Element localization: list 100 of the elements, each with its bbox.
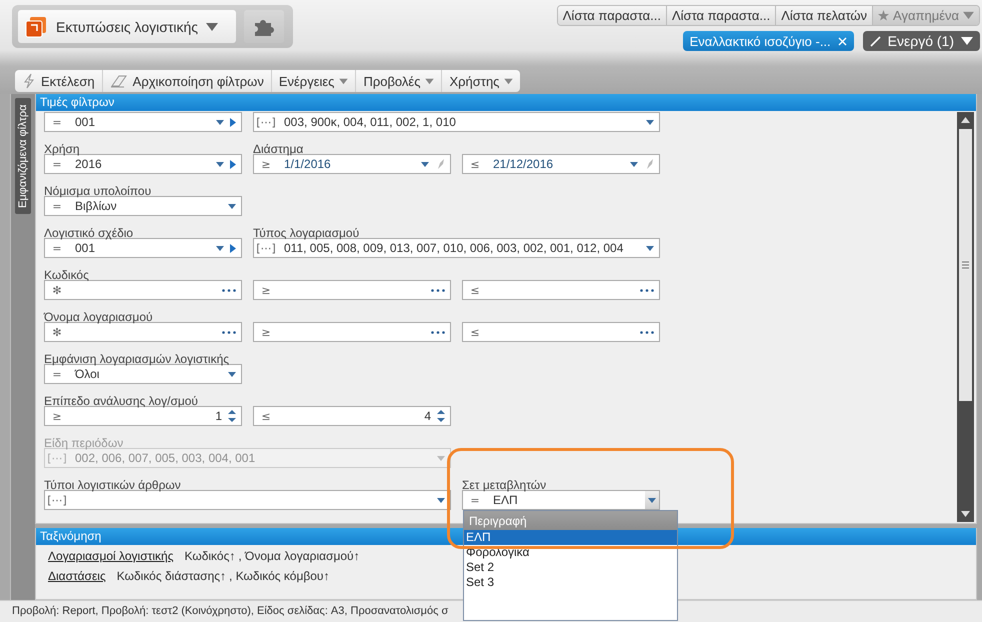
sort-key[interactable]: Κωδικός διάστασης↑ (116, 569, 226, 583)
caret-icon[interactable] (646, 246, 654, 250)
operator-symbol: = (470, 494, 480, 506)
sort-key[interactable]: , Κωδικός κόμβου↑ (229, 569, 330, 583)
dropdown-field[interactable]: [⋯] 003, 900κ, 004, 011, 002, 1, 010 (253, 112, 660, 132)
caret-icon (339, 78, 348, 84)
spinner-arrows-icon[interactable] (437, 409, 445, 423)
more-icon[interactable] (640, 288, 654, 292)
document-tab[interactable]: Λίστα πελατών (776, 6, 874, 25)
active-document-chip[interactable]: Εναλλακτικό ισοζύγιο -... (682, 31, 854, 51)
extensions-button[interactable] (244, 10, 284, 43)
operator-symbol: ≤ (261, 410, 271, 422)
caret-icon[interactable] (630, 162, 638, 166)
document-tab[interactable]: Λίστα παραστα... (666, 6, 776, 25)
next-arrow-icon[interactable] (230, 244, 236, 252)
run-button[interactable]: Εκτέλεση (15, 70, 103, 92)
caret-icon[interactable] (216, 120, 224, 124)
dropdown-field[interactable]: [⋯] (44, 490, 451, 510)
more-icon[interactable] (431, 288, 445, 292)
operator-symbol: = (52, 368, 62, 380)
dropdown-field[interactable]: = Βιβλίων (44, 196, 242, 216)
operator-symbol: ≤ (470, 158, 480, 170)
side-tab[interactable]: Εμφανιζόμενα φίλτρα (15, 98, 31, 214)
menu-button[interactable]: Χρήστης (442, 70, 520, 92)
caret-icon[interactable] (216, 162, 224, 166)
caret-icon[interactable] (646, 120, 654, 124)
lookup-field[interactable]: ✻ (44, 322, 242, 342)
field-label: Όνομα λογαριασμού (44, 310, 153, 324)
lookup-field[interactable]: ≥ (253, 280, 451, 300)
caret-icon (961, 36, 973, 46)
sort-group-link[interactable]: Λογαριασμοί λογιστικής (48, 549, 174, 563)
dropdown-option[interactable]: Set 3 (464, 575, 677, 590)
operator-symbol: ≥ (261, 284, 271, 296)
operator-symbol: ≤ (470, 326, 480, 338)
menu-button[interactable]: Προβολές (356, 70, 442, 92)
spinner-field[interactable]: ≤ 4 (253, 406, 451, 426)
field-label: Χρήση (44, 142, 80, 156)
lookup-field[interactable]: ✻ (44, 280, 242, 300)
operator-symbol: = (52, 158, 62, 170)
caret-icon[interactable] (228, 204, 236, 208)
operator-symbol: [⋯] (47, 452, 67, 464)
operator-symbol: [⋯] (256, 116, 276, 128)
operator-symbol: = (52, 200, 62, 212)
app-selector[interactable]: Εκτυπώσεις λογιστικής (18, 10, 236, 43)
active-count-button[interactable]: Ενεργό (1) (862, 31, 980, 51)
spinner-field[interactable]: ≥ 1 (44, 406, 242, 426)
dropdown-field[interactable]: = 001 (44, 112, 242, 132)
lookup-field[interactable]: ≥ (253, 322, 451, 342)
status-text: Προβολή: Report, Προβολή: τεστ2 (Κοινόχρηστο), Είδος σελίδας: A3, Προσανατολισμός σ (12, 605, 448, 617)
operator-symbol: = (52, 242, 62, 254)
more-icon[interactable] (640, 330, 654, 334)
dropdown-option[interactable]: Set 2 (464, 560, 677, 575)
field-label: Διάστημα (253, 142, 304, 156)
field-value: 011, 005, 008, 009, 013, 007, 010, 006, 003, 002, 001, 012, 004 (284, 241, 624, 255)
field-value: 1/1/2016 (284, 157, 331, 171)
field-label: Είδη περιόδων (44, 436, 124, 450)
star-icon (878, 10, 890, 21)
date-field[interactable]: ≥ 1/1/2016 (253, 154, 451, 174)
dropdown-field[interactable]: = 2016 (44, 154, 242, 174)
sort-key[interactable]: Κωδικός↑ (184, 549, 236, 563)
panel-header: Τιμές φίλτρων (36, 94, 976, 111)
field-label: Τύποι λογιστικών άρθρων (44, 478, 181, 492)
caret-icon (206, 22, 218, 32)
dropdown-field[interactable]: [⋯] 011, 005, 008, 009, 013, 007, 010, 006, 003, 002, 001, 012, 004 (253, 238, 660, 258)
lookup-field[interactable]: ≤ (462, 322, 660, 342)
field-value: ΕΛΠ (493, 493, 518, 507)
date-field[interactable]: ≤ 21/12/2016 (462, 154, 660, 174)
document-tab[interactable]: Λίστα παραστα... (558, 6, 667, 25)
caret-icon (648, 498, 656, 502)
next-arrow-icon[interactable] (230, 160, 236, 168)
menu-button[interactable]: Ενέργειες (272, 70, 356, 92)
dropdown-option[interactable]: Φορολογικά (464, 545, 677, 560)
caret-icon[interactable] (216, 246, 224, 250)
caret-icon (425, 78, 434, 84)
dropdown-field[interactable]: = ΕΛΠ (462, 490, 660, 510)
next-arrow-icon[interactable] (230, 118, 236, 126)
dropdown-field[interactable]: = 001 (44, 238, 242, 258)
field-value: 001 (75, 115, 96, 129)
spinner-arrows-icon[interactable] (228, 409, 236, 423)
more-icon[interactable] (222, 330, 236, 334)
field-label: Επίπεδο ανάλυσης λογ/σμού (44, 394, 198, 408)
caret-icon[interactable] (421, 162, 429, 166)
field-value: 1 (215, 409, 222, 423)
dropdown-button[interactable] (645, 491, 659, 509)
dropdown-field[interactable]: = Όλοι (44, 364, 242, 384)
sort-group-link[interactable]: Διαστάσεις (48, 569, 106, 583)
caret-icon[interactable] (228, 372, 236, 376)
close-icon[interactable] (838, 36, 847, 46)
operator-symbol: ≥ (52, 410, 62, 422)
sort-key[interactable]: , Όνομα λογαριασμού↑ (238, 549, 360, 563)
more-icon[interactable] (222, 288, 236, 292)
field-label: Εμφάνιση λογαριασμών λογιστικής (44, 352, 230, 366)
caret-icon (504, 78, 514, 84)
field-value: 4 (424, 409, 431, 423)
lookup-field[interactable]: ≤ (462, 280, 660, 300)
field-label: Τύπος λογαριασμού (253, 226, 360, 240)
dropdown-option[interactable]: ΕΛΠ (464, 530, 677, 545)
more-icon[interactable] (431, 330, 445, 334)
reset-button[interactable]: Αρχικοποίηση φίλτρων (102, 70, 272, 92)
caret-icon[interactable] (437, 498, 445, 502)
